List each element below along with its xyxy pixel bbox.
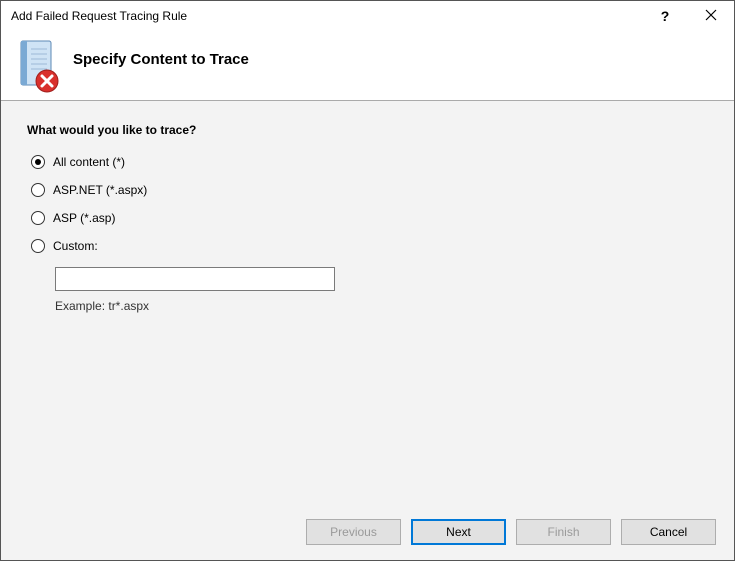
help-icon: ?	[661, 8, 670, 24]
button-label: Previous	[330, 525, 377, 539]
radio-asp[interactable]: ASP (*.asp)	[31, 211, 708, 225]
radio-icon	[31, 155, 45, 169]
radio-label: All content (*)	[53, 155, 125, 169]
radio-icon	[31, 239, 45, 253]
titlebar: Add Failed Request Tracing Rule ?	[1, 1, 734, 31]
close-button[interactable]	[688, 1, 734, 31]
previous-button: Previous	[306, 519, 401, 545]
wizard-icon	[17, 39, 59, 93]
radio-label: ASP (*.asp)	[53, 211, 115, 225]
button-label: Cancel	[650, 525, 687, 539]
radio-icon	[31, 183, 45, 197]
wizard-heading: Specify Content to Trace	[73, 51, 249, 68]
cancel-button[interactable]: Cancel	[621, 519, 716, 545]
button-bar: Previous Next Finish Cancel	[1, 504, 734, 560]
radio-label: Custom:	[53, 239, 98, 253]
finish-button: Finish	[516, 519, 611, 545]
custom-pattern-input[interactable]	[55, 267, 335, 291]
radio-label: ASP.NET (*.aspx)	[53, 183, 147, 197]
radio-icon	[31, 211, 45, 225]
wizard-body: What would you like to trace? All conten…	[1, 101, 734, 504]
next-button[interactable]: Next	[411, 519, 506, 545]
dialog-window: Add Failed Request Tracing Rule ?	[0, 0, 735, 561]
header-band: Specify Content to Trace	[1, 31, 734, 101]
custom-group: Example: tr*.aspx	[55, 267, 708, 313]
example-label: Example: tr*.aspx	[55, 299, 708, 313]
radio-all-content[interactable]: All content (*)	[31, 155, 708, 169]
window-title: Add Failed Request Tracing Rule	[1, 9, 642, 23]
radio-aspnet[interactable]: ASP.NET (*.aspx)	[31, 183, 708, 197]
button-label: Next	[446, 525, 471, 539]
question-label: What would you like to trace?	[27, 123, 708, 137]
button-label: Finish	[547, 525, 579, 539]
radio-custom[interactable]: Custom:	[31, 239, 708, 253]
help-button[interactable]: ?	[642, 1, 688, 31]
close-icon	[705, 8, 717, 24]
